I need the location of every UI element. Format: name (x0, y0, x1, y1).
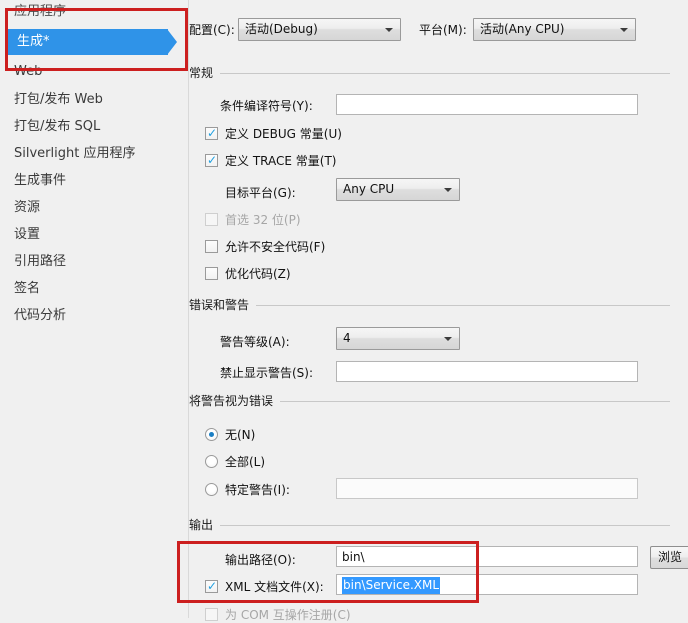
checkmark-icon: ✓ (207, 153, 218, 167)
warn-as-error-all-radio[interactable] (205, 455, 218, 468)
platform-dropdown[interactable]: 活动(Any CPU) (473, 18, 636, 41)
browse-button-label: 浏览 (658, 550, 683, 564)
sidebar-item-reference-paths[interactable]: 引用路径 (14, 251, 66, 273)
sidebar-item-label: 签名 (14, 281, 41, 296)
output-group-title: 输出 (189, 517, 221, 533)
errors-group-title: 错误和警告 (189, 297, 257, 313)
optimize-code-checkbox[interactable] (205, 267, 218, 280)
xml-doc-file-checkbox[interactable]: ✓ (205, 580, 218, 593)
output-path-input[interactable]: bin\ (336, 546, 638, 567)
optimize-code-label: 优化代码(Z) (225, 267, 291, 281)
sidebar-item-label: 生成事件 (14, 173, 67, 188)
chevron-down-icon (620, 27, 628, 32)
sidebar-item-silverlight-application[interactable]: Silverlight 应用程序 (14, 143, 135, 165)
warn-as-error-all-label: 全部(L) (225, 455, 266, 469)
general-group-header: 常规 (189, 65, 670, 81)
general-group-title: 常规 (189, 65, 221, 81)
configuration-label: 配置(C): (189, 23, 235, 37)
sidebar: 应用程序 生成* Web 打包/发布 Web 打包/发布 SQL Silverl… (0, 0, 188, 618)
define-debug-label: 定义 DEBUG 常量(U) (225, 127, 342, 141)
group-rule (189, 305, 670, 306)
sidebar-item-web[interactable]: Web (14, 61, 42, 83)
conditional-symbols-label: 条件编译符号(Y): (220, 99, 313, 113)
browse-button[interactable]: 浏览 (650, 546, 688, 569)
warning-level-dropdown[interactable]: 4 (336, 327, 460, 350)
xml-doc-file-label: XML 文档文件(X): (225, 580, 324, 594)
target-platform-value: Any CPU (343, 182, 395, 196)
warn-as-error-none-label: 无(N) (225, 428, 256, 442)
sidebar-item-application[interactable]: 应用程序 (14, 1, 66, 23)
xml-doc-file-value: bin\Service.XML (342, 577, 441, 594)
errors-group-header: 错误和警告 (189, 297, 670, 313)
sidebar-item-label: 打包/发布 SQL (14, 119, 101, 134)
sidebar-item-code-analysis[interactable]: 代码分析 (14, 305, 66, 327)
sidebar-item-package-publish-sql[interactable]: 打包/发布 SQL (14, 116, 100, 138)
sidebar-item-label: 代码分析 (14, 308, 67, 323)
warn-as-error-specific-label: 特定警告(I): (225, 483, 290, 497)
sidebar-item-label: Silverlight 应用程序 (14, 146, 136, 161)
warn-as-error-none-radio[interactable] (205, 428, 218, 441)
sidebar-item-label: 生成* (17, 34, 50, 49)
configuration-dropdown[interactable]: 活动(Debug) (238, 18, 401, 41)
suppress-warnings-input[interactable] (336, 361, 638, 382)
define-trace-label: 定义 TRACE 常量(T) (225, 154, 337, 168)
sidebar-item-label: 引用路径 (14, 254, 67, 269)
platform-value: 活动(Any CPU) (480, 22, 565, 36)
warn-as-error-group-header: 将警告视为错误 (189, 393, 670, 409)
output-path-label: 输出路径(O): (225, 553, 296, 567)
output-path-value: bin\ (342, 550, 365, 564)
chevron-right-icon (167, 29, 177, 55)
target-platform-label: 目标平台(G): (225, 186, 296, 200)
sidebar-item-label: 应用程序 (14, 4, 67, 19)
define-trace-checkbox[interactable]: ✓ (205, 154, 218, 167)
warning-level-value: 4 (343, 331, 351, 345)
group-rule (189, 73, 670, 74)
sidebar-item-package-publish-web[interactable]: 打包/发布 Web (14, 89, 103, 111)
sidebar-item-label: Web (14, 64, 43, 79)
define-debug-checkbox[interactable]: ✓ (205, 127, 218, 140)
sidebar-item-label: 设置 (14, 227, 41, 242)
com-interop-register-checkbox[interactable] (205, 608, 218, 621)
com-interop-register-label: 为 COM 互操作注册(C) (225, 608, 351, 622)
checkmark-icon: ✓ (207, 579, 218, 593)
platform-label: 平台(M): (419, 23, 467, 37)
warn-as-error-specific-input[interactable] (336, 478, 638, 499)
allow-unsafe-code-label: 允许不安全代码(F) (225, 240, 326, 254)
xml-doc-file-input[interactable]: bin\Service.XML (336, 574, 638, 595)
chevron-down-icon (444, 336, 452, 341)
checkmark-icon: ✓ (207, 126, 218, 140)
allow-unsafe-code-checkbox[interactable] (205, 240, 218, 253)
sidebar-item-signing[interactable]: 签名 (14, 278, 40, 300)
group-rule (189, 525, 670, 526)
sidebar-item-build[interactable]: 生成* (8, 29, 177, 55)
chevron-down-icon (444, 187, 452, 192)
sidebar-item-resources[interactable]: 资源 (14, 197, 40, 219)
chevron-down-icon (385, 27, 393, 32)
prefer-32bit-label: 首选 32 位(P) (225, 213, 301, 227)
warning-level-label: 警告等级(A): (220, 335, 290, 349)
properties-content-pane: 配置(C): 活动(Debug) 平台(M): 活动(Any CPU) 常规 条… (189, 0, 688, 622)
output-group-header: 输出 (189, 517, 670, 533)
sidebar-item-label: 打包/发布 Web (14, 92, 103, 107)
radio-dot-icon (209, 432, 214, 437)
sidebar-item-build-events[interactable]: 生成事件 (14, 170, 66, 192)
warn-as-error-group-title: 将警告视为错误 (189, 393, 281, 409)
conditional-symbols-input[interactable] (336, 94, 638, 115)
sidebar-item-label: 资源 (14, 200, 41, 215)
suppress-warnings-label: 禁止显示警告(S): (220, 366, 314, 380)
configuration-value: 活动(Debug) (245, 22, 318, 36)
target-platform-dropdown[interactable]: Any CPU (336, 178, 460, 201)
prefer-32bit-checkbox (205, 213, 218, 226)
warn-as-error-specific-radio[interactable] (205, 483, 218, 496)
sidebar-item-settings[interactable]: 设置 (14, 224, 40, 246)
